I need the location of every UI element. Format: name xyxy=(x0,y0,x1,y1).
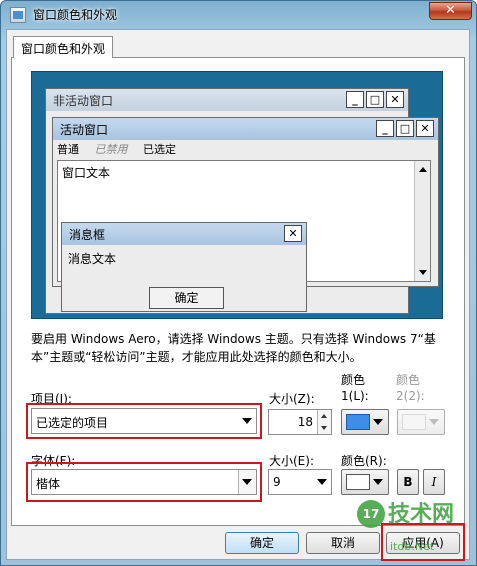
font-color-picker[interactable] xyxy=(341,469,389,495)
window-title: 窗口颜色和外观 xyxy=(33,8,118,22)
font-color-swatch xyxy=(346,474,370,490)
color2-swatch xyxy=(402,414,426,430)
menu-disabled: 已禁用 xyxy=(94,143,128,156)
close-icon: ✕ xyxy=(416,120,434,137)
close-button[interactable]: ✕ xyxy=(429,2,472,20)
menu-normal: 普通 xyxy=(57,143,79,156)
tab-window-color[interactable]: 窗口颜色和外观 xyxy=(13,36,113,58)
watermark-subtext: itdb.Net xyxy=(390,540,435,553)
preview-scrollbar xyxy=(414,161,430,281)
color1-picker[interactable] xyxy=(341,409,389,435)
arrow-up-icon[interactable] xyxy=(321,414,327,418)
italic-toggle[interactable]: I xyxy=(423,469,445,495)
message-ok-button: 确定 xyxy=(149,287,224,309)
watermark-logo: 17 xyxy=(357,500,385,528)
stepper-arrows xyxy=(317,410,331,434)
arrow-down-icon[interactable] xyxy=(321,426,327,430)
highlight-box xyxy=(26,403,262,439)
window-icon xyxy=(10,7,26,23)
color2-picker xyxy=(397,409,445,435)
chevron-down-icon xyxy=(373,419,383,425)
font-size-value: 9 xyxy=(273,475,281,489)
close-icon: ✕ xyxy=(284,225,302,242)
inactive-window-title: 非活动窗口 xyxy=(53,94,114,108)
font-color-label: 颜色(R): xyxy=(341,454,387,468)
color1-label: 颜色 1(L): xyxy=(341,373,369,403)
preview-menu: 普通 已禁用 已选定 xyxy=(57,141,188,157)
help-text: 要启用 Windows Aero，请选择 Windows 主题。只有选择 Win… xyxy=(31,332,436,364)
minimize-icon: _ xyxy=(376,120,394,137)
chevron-down-icon xyxy=(373,479,383,485)
bold-toggle[interactable]: B xyxy=(397,469,419,495)
chevron-down-icon xyxy=(317,479,327,485)
item-size-value: 18 xyxy=(297,415,313,429)
scroll-down-icon xyxy=(419,270,427,275)
maximize-icon: □ xyxy=(396,120,414,137)
cancel-button[interactable]: 取消 xyxy=(306,532,380,554)
item-size-stepper[interactable]: 18 xyxy=(268,409,332,435)
message-text: 消息文本 xyxy=(68,252,117,266)
font-size-select[interactable]: 9 xyxy=(268,469,332,495)
color1-swatch xyxy=(346,414,370,430)
color2-label: 颜色 2(2): xyxy=(396,373,425,403)
window-text: 窗口文本 xyxy=(62,166,111,180)
menu-selected: 已选定 xyxy=(143,143,176,156)
item-size-label: 大小(Z): xyxy=(269,392,315,406)
ok-button[interactable]: 确定 xyxy=(225,532,299,554)
chevron-down-icon xyxy=(429,419,439,425)
message-box-title: 消息框 xyxy=(69,228,106,242)
font-size-label: 大小(E): xyxy=(269,454,314,468)
watermark-text: 技术网 xyxy=(388,502,455,527)
title-bar[interactable]: 窗口颜色和外观 ✕ xyxy=(1,1,476,29)
message-box-preview: 消息框 ✕ 消息文本 确定 xyxy=(61,222,307,312)
maximize-icon: □ xyxy=(366,91,384,108)
message-box-caption: 消息框 xyxy=(62,223,306,245)
minimize-icon: _ xyxy=(346,91,364,108)
close-icon: ✕ xyxy=(386,91,404,108)
scroll-up-icon xyxy=(419,167,427,172)
active-window-title: 活动窗口 xyxy=(60,123,109,137)
highlight-box xyxy=(26,462,262,502)
